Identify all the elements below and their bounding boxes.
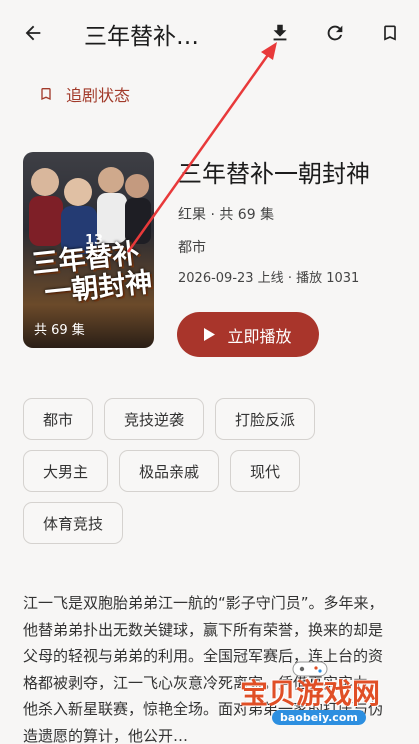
- top-app-bar: 三年替补…: [0, 0, 419, 66]
- tag-chip[interactable]: 大男主: [23, 450, 109, 492]
- play-now-label: 立即播放: [227, 326, 292, 346]
- bookmark-outline-icon: [41, 88, 51, 100]
- play-now-button[interactable]: 立即播放: [177, 312, 319, 357]
- drama-release: 2026-09-23 上线 · 播放 1031: [178, 271, 360, 286]
- download-button[interactable]: [265, 18, 295, 48]
- poster-title: 三年替补 一朝封神: [30, 238, 154, 310]
- drama-title: 三年替补一朝封神: [178, 160, 370, 188]
- page-title: 三年替补…: [84, 24, 199, 50]
- tag-chip[interactable]: 打脸反派: [215, 398, 316, 440]
- bookmark-button[interactable]: [375, 18, 405, 48]
- tag-chip[interactable]: 体育竞技: [23, 502, 124, 544]
- refresh-button[interactable]: [320, 18, 350, 48]
- tag-chip[interactable]: 现代: [230, 450, 301, 492]
- follow-status-label: 追剧状态: [66, 86, 131, 105]
- tag-list: 都市 竞技逆袭 打脸反派 大男主 极品亲戚 现代 体育竞技: [23, 398, 403, 544]
- poster-episode-count: 共 69 集: [34, 323, 85, 338]
- play-icon: [204, 328, 216, 341]
- back-button[interactable]: [18, 18, 48, 48]
- refresh-icon: [327, 25, 343, 41]
- site-watermark: 宝贝游戏网 baobeiy.com: [240, 660, 416, 744]
- arrow-left-icon: [25, 25, 41, 41]
- watermark-url: baobeiy.com: [272, 710, 366, 725]
- follow-status-button[interactable]: 追剧状态: [38, 82, 130, 106]
- tag-chip[interactable]: 竞技逆袭: [104, 398, 205, 440]
- tag-chip[interactable]: 极品亲戚: [119, 450, 220, 492]
- drama-poster[interactable]: 13 三年替补 一朝封神 共 69 集: [23, 152, 154, 348]
- download-icon: [273, 24, 287, 41]
- drama-genre: 都市: [178, 240, 206, 256]
- bookmark-icon: [384, 25, 396, 41]
- tag-chip[interactable]: 都市: [23, 398, 94, 440]
- drama-source: 红果 · 共 69 集: [178, 207, 275, 223]
- watermark-text: 宝贝游戏网: [240, 677, 381, 710]
